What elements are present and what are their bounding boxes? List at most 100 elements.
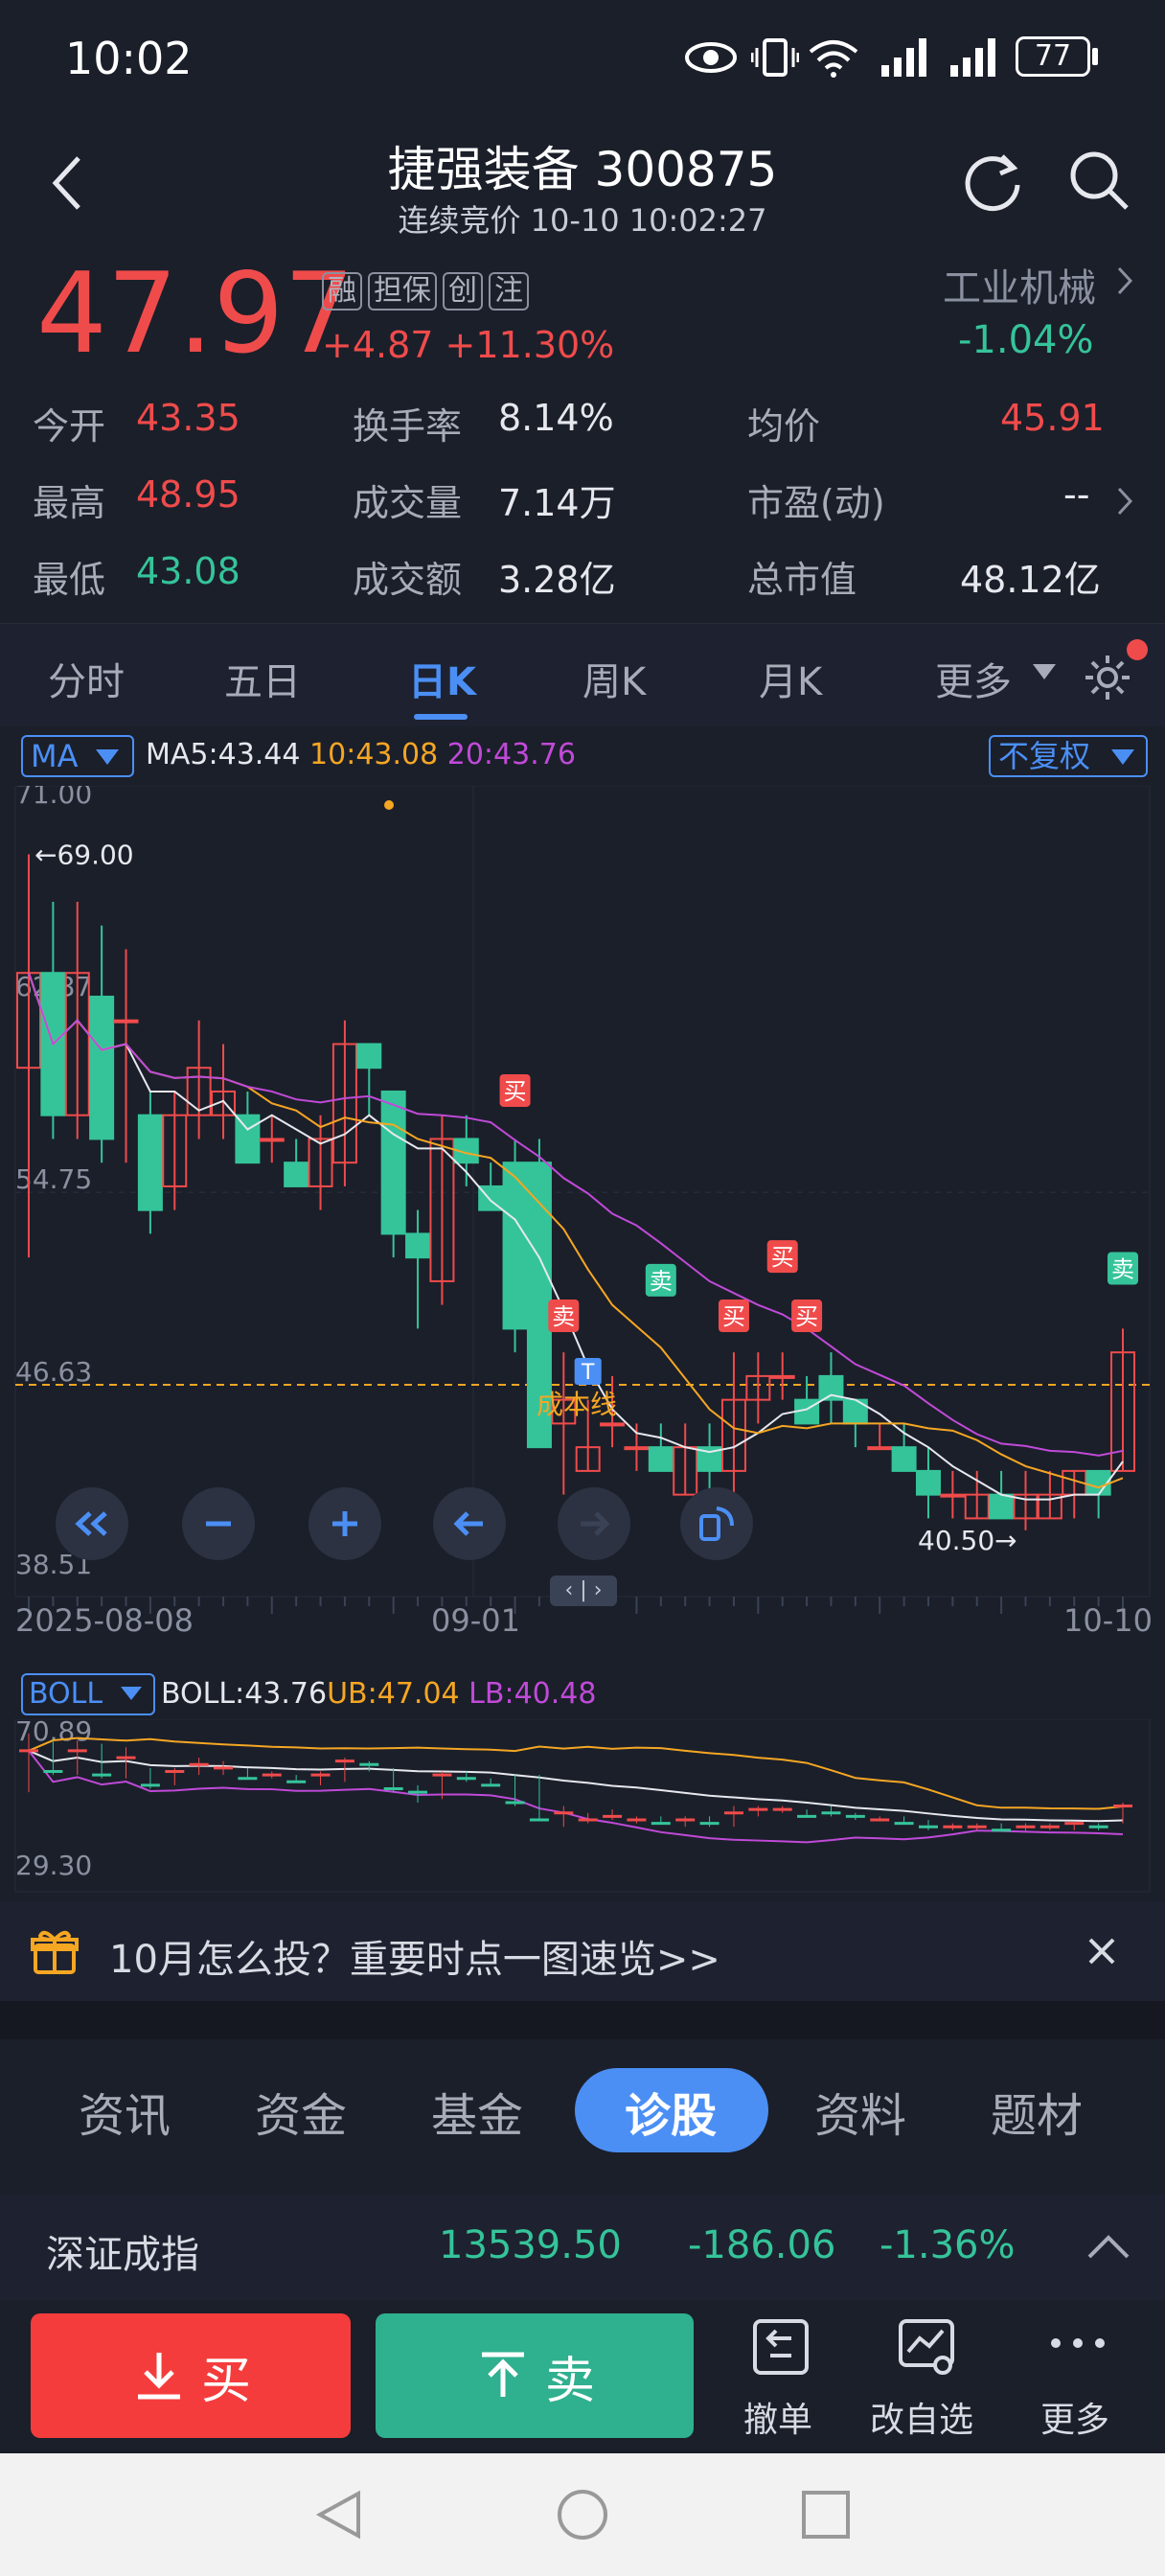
candle-body (769, 1374, 795, 1379)
boll-ub-value: UB:47.04 (327, 1677, 460, 1711)
date-start: 2025-08-08 (15, 1602, 194, 1639)
move-right-button[interactable] (558, 1487, 630, 1560)
tab-topics[interactable]: 题材 (991, 2078, 1083, 2145)
search-icon[interactable] (1067, 149, 1131, 212)
candle-body (867, 1446, 893, 1451)
rotate-icon (699, 1506, 734, 1541)
event-dot (384, 800, 394, 810)
cancel-order-button[interactable]: 撤单 (738, 2315, 824, 2440)
status-bar: 10:02 77 (0, 0, 1165, 120)
ma20-value: 20:43.76 (446, 738, 576, 771)
tag-collateral[interactable]: 担保 (368, 272, 437, 310)
edit-watchlist-button[interactable]: 改自选 (870, 2315, 985, 2440)
refresh-icon[interactable] (962, 149, 1025, 212)
mktcap-label: 总市值 (747, 559, 857, 601)
ma5-value: MA5:43.44 (146, 738, 301, 771)
nav-back-icon[interactable] (312, 2488, 366, 2542)
more-button[interactable]: 更多 (1035, 2315, 1121, 2440)
chevron-up-icon[interactable] (1086, 2233, 1131, 2260)
buy-button[interactable]: 买 (31, 2313, 351, 2438)
tab-profile[interactable]: 资料 (814, 2078, 906, 2145)
plot-frame (14, 786, 1151, 1598)
tab-diagnosis-label[interactable]: 诊股 (625, 2078, 717, 2145)
gear-icon[interactable] (1083, 653, 1132, 702)
zoom-in-button[interactable] (308, 1487, 381, 1560)
tag-gem[interactable]: 创 (443, 272, 483, 310)
section-divider (0, 2001, 1165, 2039)
zoom-fast-back-button[interactable] (56, 1487, 128, 1560)
trade-signal-label: 卖 (650, 1268, 673, 1295)
zoom-out-button[interactable] (182, 1487, 255, 1560)
trade-signal-label: 卖 (552, 1303, 575, 1330)
candle-body (113, 1019, 139, 1024)
move-left-button[interactable] (433, 1487, 506, 1560)
tab-funds[interactable]: 基金 (431, 2078, 523, 2145)
chevron-right-icon[interactable] (1115, 264, 1134, 297)
price-change: +4.87 +11.30% (322, 324, 614, 366)
tab-more[interactable]: 更多 (935, 651, 1012, 706)
candle-body (891, 1446, 917, 1472)
caret-down-icon[interactable] (1033, 664, 1056, 681)
candle-body (89, 995, 115, 1140)
tag-margin[interactable]: 融 (322, 272, 362, 310)
trade-signal-label: 买 (722, 1303, 745, 1330)
caret-down-icon (121, 1687, 142, 1700)
battery-tip (1092, 48, 1098, 65)
arrow-right-icon (581, 1511, 610, 1536)
high-value: 48.95 (136, 473, 240, 516)
candle-body (648, 1446, 674, 1472)
market-index-strip[interactable]: 深证成指 13539.50 -186.06 -1.36% (0, 2195, 1165, 2300)
kline-chart-area: MA MA5:43.44 10:43.08 20:43.76 不复权 71.00… (0, 726, 1165, 1901)
sell-label: 卖 (544, 2352, 595, 2410)
gift-icon (31, 1930, 79, 1974)
system-nav-bar (0, 2453, 1165, 2576)
cancel-order-label: 撤单 (743, 2401, 813, 2440)
sell-button[interactable]: 卖 (376, 2313, 694, 2438)
tab-five-day[interactable]: 五日 (224, 651, 301, 706)
t-marker-label: T (581, 1361, 595, 1385)
boll-mid-value: BOLL:43.76 (161, 1677, 328, 1711)
turnover-label: 换手率 (353, 405, 463, 448)
nav-header: 捷强装备 300875 连续竞价 10-10 10:02:27 (0, 120, 1165, 249)
tab-news[interactable]: 资讯 (79, 2078, 171, 2145)
boll-canvas[interactable]: 70.89 29.30 (0, 1719, 1165, 1901)
battery-icon: 77 (1016, 36, 1090, 77)
nav-recents-icon[interactable] (799, 2488, 853, 2542)
tab-funds-flow[interactable]: 资金 (255, 2078, 347, 2145)
promo-banner[interactable]: 10月怎么投？重要时点一图速览>> (0, 1901, 1165, 2001)
vibrate-icon (751, 38, 799, 77)
stock-tags: 融担保创注 (322, 272, 535, 310)
wifi-icon (809, 40, 858, 78)
index-name: 深证成指 (46, 2233, 199, 2277)
boll-lb-value: LB:40.48 (468, 1677, 597, 1711)
date-end: 10-10 (1063, 1602, 1153, 1639)
drag-handle-icon[interactable]: ‹ | › (550, 1576, 617, 1606)
cancel-order-icon (753, 2319, 809, 2375)
minus-icon (206, 1521, 231, 1527)
signal-icon-2 (950, 38, 995, 77)
candle-body (235, 1114, 261, 1164)
status-time: 10:02 (65, 33, 193, 84)
double-chevron-left-icon (75, 1511, 107, 1536)
candle-body (380, 1090, 406, 1235)
promo-text[interactable]: 10月怎么投？重要时点一图速览>> (109, 1928, 720, 1984)
chevron-right-icon[interactable] (1115, 485, 1134, 518)
industry-name[interactable]: 工业机械 (943, 257, 1096, 312)
open-label: 今开 (33, 405, 106, 448)
boll-y-top: 70.89 (15, 1719, 92, 1747)
rotate-screen-button[interactable] (680, 1487, 753, 1560)
buy-label: 买 (200, 2352, 251, 2410)
tab-intraday[interactable]: 分时 (48, 651, 125, 706)
candle-body (356, 1043, 382, 1070)
tag-registration[interactable]: 注 (489, 272, 529, 310)
tab-monthly-k[interactable]: 月K (759, 651, 822, 706)
nav-home-icon[interactable] (556, 2488, 609, 2542)
ma-values: MA5:43.44 10:43.08 20:43.76 (146, 738, 576, 771)
trade-toolbar: 买 卖 撤单 改自选 更多 (0, 2300, 1165, 2453)
page-title: 捷强装备 300875 (387, 142, 778, 197)
tab-daily-k[interactable]: 日K (408, 651, 476, 706)
back-icon[interactable] (48, 154, 86, 212)
tab-weekly-k[interactable]: 周K (582, 651, 646, 706)
boll-label: BOLL (29, 1677, 103, 1711)
close-icon[interactable] (1086, 1936, 1117, 1966)
